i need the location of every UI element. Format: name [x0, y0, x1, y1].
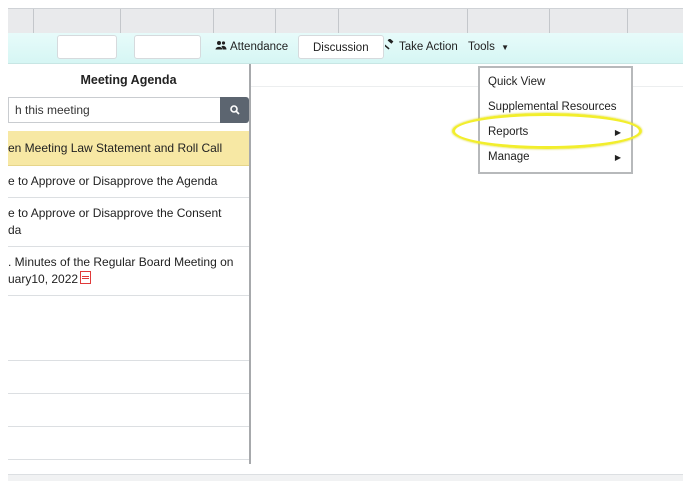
attendance-button[interactable]: Attendance: [215, 35, 288, 59]
agenda-item-line: da: [8, 223, 22, 237]
take-action-button[interactable]: Take Action: [383, 35, 458, 59]
agenda-item-line: . Minutes of the Regular Board Meeting o…: [8, 255, 234, 269]
agenda-item[interactable]: [8, 296, 249, 361]
tab-divider: [275, 9, 276, 33]
agenda-search: [8, 97, 249, 123]
tab-divider: [338, 9, 339, 33]
tools-menu-button[interactable]: Tools ▼: [468, 35, 509, 59]
menu-item-label: Supplemental Resources: [488, 101, 617, 113]
agenda-item-text: e to Approve or Disapprove the Consent d…: [8, 205, 221, 239]
discussion-label: Discussion: [313, 42, 369, 54]
agenda-list: en Meeting Law Statement and Roll Call e…: [8, 131, 249, 460]
tools-label: Tools: [468, 41, 495, 53]
search-icon: [229, 105, 240, 115]
agenda-item[interactable]: [8, 394, 249, 427]
agenda-item[interactable]: en Meeting Law Statement and Roll Call: [8, 131, 249, 166]
agenda-item-line: e to Approve or Disapprove the Consent: [8, 206, 222, 220]
agenda-title: Meeting Agenda: [80, 73, 177, 87]
caret-right-icon: ▶: [614, 153, 621, 162]
agenda-search-input[interactable]: [8, 97, 220, 123]
menu-item-label: Quick View: [488, 76, 546, 88]
discussion-button[interactable]: Discussion: [298, 35, 384, 59]
toolbar-button-blank[interactable]: [57, 35, 117, 59]
take-action-label: Take Action: [399, 41, 458, 53]
agenda-item[interactable]: . Minutes of the Regular Board Meeting o…: [8, 247, 249, 296]
pdf-icon[interactable]: [80, 271, 92, 284]
agenda-item[interactable]: e to Approve or Disapprove the Consent d…: [8, 198, 249, 247]
agenda-item-line: e to Approve or Disapprove the Agenda: [8, 174, 218, 188]
search-button[interactable]: [220, 97, 249, 123]
tab-divider: [467, 9, 468, 33]
users-icon: [215, 35, 227, 59]
tab-divider: [549, 9, 550, 33]
agenda-item-text: e to Approve or Disapprove the Agenda: [8, 173, 217, 190]
caret-down-icon: ▼: [501, 43, 509, 52]
tab-divider: [33, 9, 34, 33]
meeting-toolbar: Attendance Discussion Take Action Tools …: [8, 33, 683, 64]
window-top: [0, 0, 683, 8]
highlight-ring: [452, 113, 642, 149]
agenda-item-line: en Meeting Law Statement and Roll Call: [8, 140, 223, 155]
gavel-icon: [383, 35, 396, 59]
agenda-item-text: en Meeting Law Statement and Roll Call: [8, 140, 222, 157]
agenda-item[interactable]: e to Approve or Disapprove the Agenda: [8, 166, 249, 198]
menu-item-label: Manage: [488, 151, 530, 163]
agenda-item[interactable]: [8, 427, 249, 460]
tab-divider: [120, 9, 121, 33]
tab-bar: [8, 8, 683, 34]
agenda-panel: Meeting Agenda en Meeting Law Statement …: [8, 64, 251, 464]
agenda-item[interactable]: [8, 361, 249, 394]
tab-divider: [213, 9, 214, 33]
agenda-item-text: . Minutes of the Regular Board Meeting o…: [8, 254, 233, 288]
agenda-item-line: uary10, 2022: [8, 272, 79, 286]
tab-divider: [627, 9, 628, 33]
toolbar-button-blank[interactable]: [134, 35, 201, 59]
attendance-label: Attendance: [230, 41, 289, 53]
menu-item-quick-view[interactable]: Quick View: [480, 70, 631, 95]
